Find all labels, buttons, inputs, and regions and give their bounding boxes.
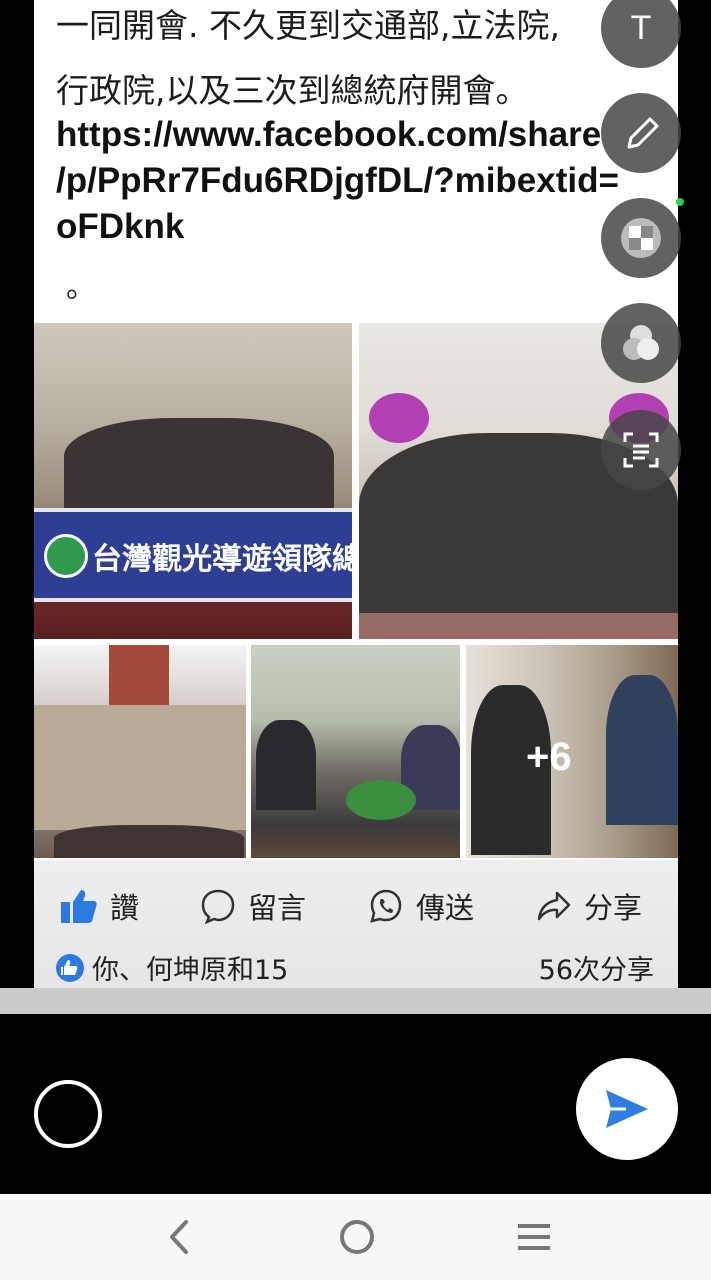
send-whatsapp-button[interactable]: 傳送: [368, 886, 474, 926]
back-chevron-icon: [170, 1220, 188, 1254]
text-tool-icon: T: [630, 9, 652, 47]
recents-nav-button[interactable]: [512, 1214, 556, 1264]
post-link-line-1: https://www.facebook.com/share: [56, 115, 602, 154]
text-recognition-button[interactable]: [601, 410, 681, 490]
whatsapp-icon: [370, 889, 402, 923]
divider-strip: [0, 988, 711, 1014]
share-arrow-icon: [537, 891, 571, 921]
more-photos-count[interactable]: +6: [526, 735, 572, 780]
photo-group-banner[interactable]: 台灣觀光導遊領隊總會: [34, 323, 352, 639]
like-label: 讚: [110, 891, 140, 925]
like-button[interactable]: 讚: [60, 886, 139, 926]
trailing-period: 。: [66, 270, 96, 305]
association-banner: 台灣觀光導遊領隊總會: [34, 508, 352, 602]
association-logo-icon: [44, 534, 88, 578]
crowd-shape: [64, 418, 334, 513]
facebook-post-screenshot: 一同開會. 不久更到交通部,立法院, 行政院,以及三次到總統府開會。 https…: [34, 0, 678, 988]
color-picker-button[interactable]: [34, 1080, 102, 1148]
post-actions-bar: 讚 留言 傳送 分享 你、何坤原和15 56次分享: [34, 860, 678, 988]
banner-text: 台灣觀光導遊領隊總會: [92, 542, 352, 577]
home-circle-icon: [340, 1220, 374, 1254]
back-nav-button[interactable]: [160, 1214, 200, 1264]
send-button[interactable]: [576, 1058, 678, 1160]
share-label: 分享: [584, 891, 643, 925]
person-left: [256, 720, 316, 810]
photo-meeting[interactable]: [251, 645, 460, 858]
thumbs-up-icon: [61, 890, 97, 923]
share-count[interactable]: 56次分享: [539, 948, 654, 987]
system-navigation-bar: [0, 1194, 711, 1280]
status-dot: [676, 198, 684, 206]
post-link[interactable]: https://www.facebook.com/share /p/PpRr7F…: [56, 112, 676, 250]
mosaic-tool-button[interactable]: [601, 198, 681, 278]
person-right: [606, 675, 678, 825]
comment-bubble-icon: [201, 889, 235, 924]
filter-circles-icon: [623, 325, 659, 360]
photo-presidential-office[interactable]: [34, 645, 246, 858]
comment-button[interactable]: 留言: [200, 886, 306, 926]
like-reaction-icon: [56, 953, 84, 982]
building-facade: [34, 705, 246, 830]
post-link-line-2: /p/PpRr7Fdu6RDjgfDL/?mibextid=: [56, 161, 619, 200]
share-button[interactable]: 分享: [536, 886, 642, 926]
send-label: 傳送: [416, 891, 475, 925]
reactions-summary[interactable]: 你、何坤原和15: [56, 948, 288, 987]
reactions-names: 你、何坤原和15: [92, 955, 289, 986]
scan-text-icon: [623, 432, 659, 468]
post-link-line-3: oFDknk: [56, 207, 185, 246]
flowers-left: [369, 393, 429, 443]
mosaic-icon: [621, 218, 661, 258]
comment-label: 留言: [248, 891, 307, 925]
photo-more[interactable]: [466, 645, 678, 858]
filter-tool-button[interactable]: [601, 303, 681, 383]
post-text-line-1: 一同開會. 不久更到交通部,立法院,: [56, 6, 560, 45]
pencil-icon: [627, 117, 659, 149]
send-arrow-icon: [606, 1090, 648, 1128]
home-nav-button[interactable]: [334, 1214, 380, 1264]
crowd-shape: [54, 825, 244, 858]
menu-lines-icon: [518, 1224, 550, 1250]
plant: [346, 780, 416, 820]
building-tower: [109, 645, 169, 705]
draw-tool-button[interactable]: [601, 93, 681, 173]
